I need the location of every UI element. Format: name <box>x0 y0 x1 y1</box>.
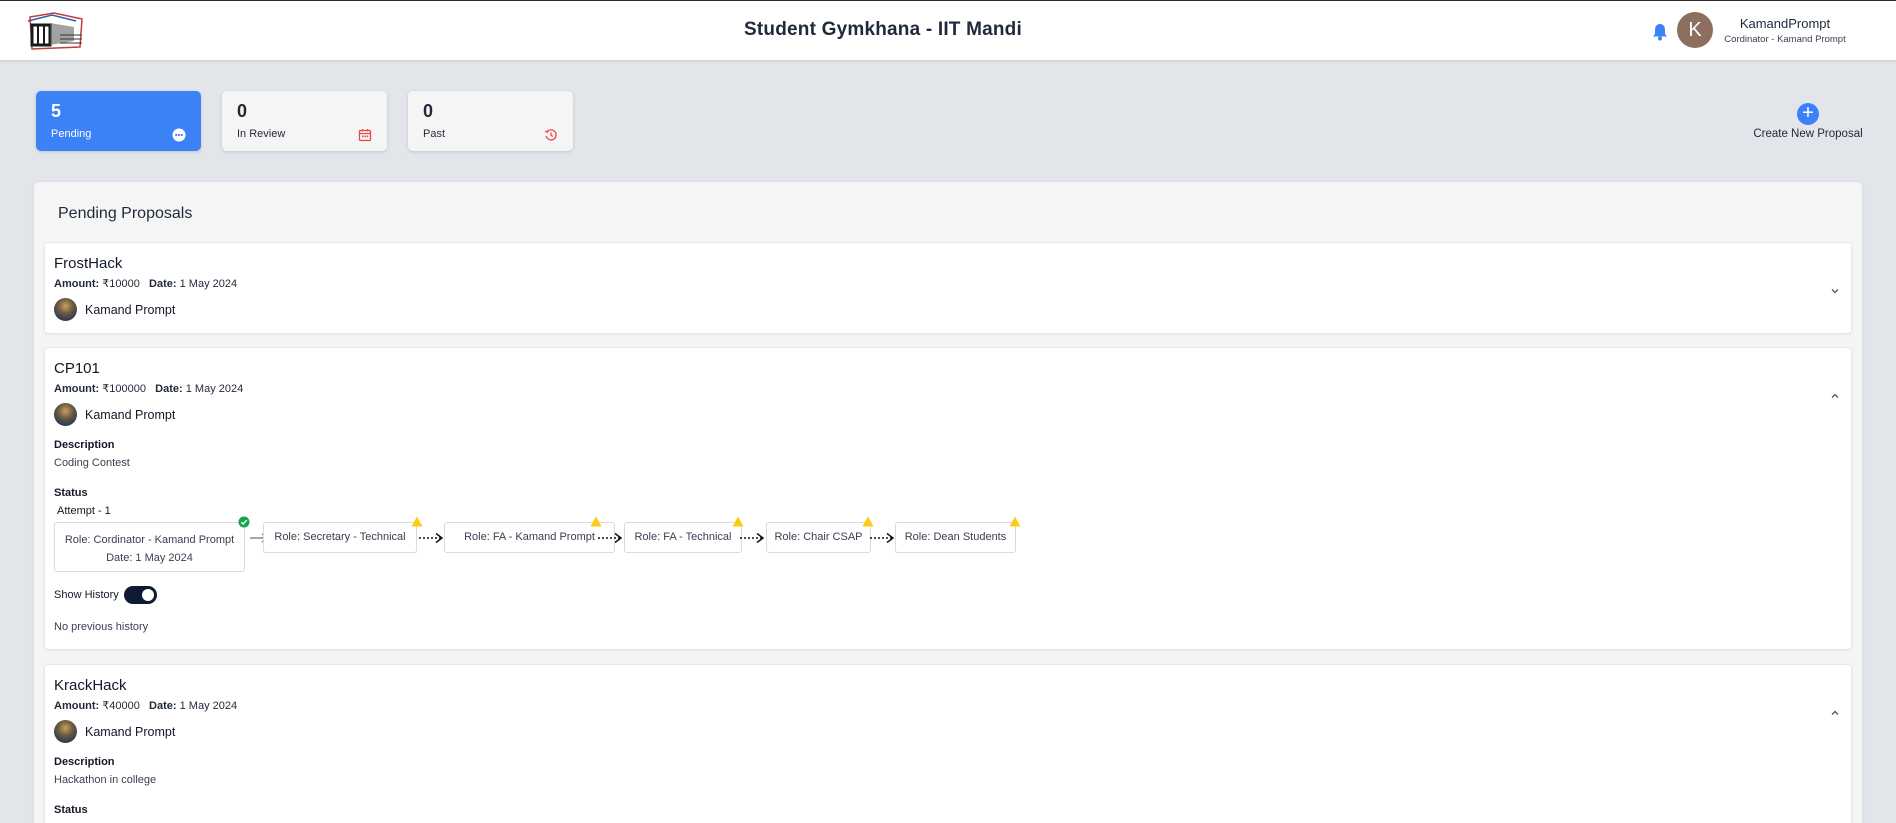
proposal-card-frosthack[interactable]: FrostHack Amount: ₹10000 Date: 1 May 202… <box>44 242 1852 334</box>
user-name: KamandPrompt <box>1739 16 1831 31</box>
calendar-icon <box>358 129 372 142</box>
description-text: Hackathon in college <box>54 774 157 786</box>
proposal-meta: Amount: ₹100000 Date: 1 May 2024 <box>54 382 243 395</box>
user-avatar[interactable]: K <box>1677 12 1713 48</box>
status-heading: Status <box>54 804 88 816</box>
description-heading: Description <box>54 439 115 451</box>
past-tab[interactable]: 0 Past <box>408 91 573 151</box>
owner-avatar <box>54 720 77 743</box>
owner-name: Kamand Prompt <box>85 725 176 739</box>
step-role: Role: Cordinator - Kamand Prompt <box>64 534 235 546</box>
user-role: Cordinator - Kamand Prompt <box>1724 34 1846 45</box>
date-label: Date: <box>149 700 177 712</box>
pending-proposals-panel: Pending Proposals FrostHack Amount: ₹100… <box>34 182 1862 823</box>
date-value: 1 May 2024 <box>179 700 238 712</box>
amount-value: ₹10000 <box>102 278 140 290</box>
create-proposal-plus-icon[interactable]: + <box>1797 103 1819 125</box>
arrow-right-icon <box>419 532 444 544</box>
show-history-toggle[interactable] <box>124 586 157 604</box>
arrow-right-icon <box>870 532 895 544</box>
toggle-knob <box>142 589 154 601</box>
history-text: No previous history <box>54 621 149 633</box>
status-heading: Status <box>54 487 88 499</box>
owner-name: Kamand Prompt <box>85 303 176 317</box>
create-proposal-button[interactable]: Create New Proposal <box>1748 128 1868 140</box>
status-step-cordinator: Role: Cordinator - Kamand Prompt Date: 1… <box>54 522 245 572</box>
top-header: Student Gymkhana - IIT Mandi K KamandPro… <box>0 0 1896 60</box>
proposal-meta: Amount: ₹40000 Date: 1 May 2024 <box>54 699 237 712</box>
amount-label: Amount: <box>54 700 100 712</box>
amount-value: ₹100000 <box>102 383 146 395</box>
warning-icon <box>590 516 602 527</box>
chevron-up-icon[interactable] <box>1829 707 1841 719</box>
past-count: 0 <box>423 101 434 121</box>
proposal-card-cp101[interactable]: CP101 Amount: ₹100000 Date: 1 May 2024 K… <box>44 347 1852 650</box>
proposal-title: FrostHack <box>54 255 123 272</box>
proposal-title: KrackHack <box>54 677 127 694</box>
more-horizontal-icon <box>172 128 186 142</box>
amount-label: Amount: <box>54 383 100 395</box>
warning-icon <box>1009 516 1021 527</box>
pending-count: 5 <box>51 101 62 121</box>
history-icon <box>544 129 557 141</box>
in-review-count: 0 <box>237 101 248 121</box>
arrow-right-icon <box>740 532 765 544</box>
warning-icon <box>411 516 423 527</box>
owner-avatar <box>54 403 77 426</box>
description-heading: Description <box>54 756 115 768</box>
amount-label: Amount: <box>54 278 100 290</box>
date-label: Date: <box>155 383 183 395</box>
proposal-title: CP101 <box>54 360 100 377</box>
warning-icon <box>862 516 874 527</box>
step-date: Date: 1 May 2024 <box>106 552 193 564</box>
status-flow: Role: Cordinator - Kamand Prompt Date: 1… <box>54 516 1021 576</box>
owner-avatar <box>54 298 77 321</box>
date-value: 1 May 2024 <box>179 278 238 290</box>
proposal-meta: Amount: ₹10000 Date: 1 May 2024 <box>54 277 237 290</box>
past-label: Past <box>423 128 446 140</box>
proposal-card-krackhack[interactable]: KrackHack Amount: ₹40000 Date: 1 May 202… <box>44 664 1852 823</box>
description-text: Coding Contest <box>54 457 130 469</box>
panel-title: Pending Proposals <box>58 205 193 222</box>
date-value: 1 May 2024 <box>185 383 244 395</box>
amount-value: ₹40000 <box>102 700 140 712</box>
in-review-label: In Review <box>237 128 286 140</box>
pending-tab[interactable]: 5 Pending <box>36 91 201 151</box>
owner-name: Kamand Prompt <box>85 408 176 422</box>
status-step-secretary: Role: Secretary - Technical <box>263 522 417 553</box>
app-title: Student Gymkhana - IIT Mandi <box>744 19 1022 40</box>
check-circle-icon <box>238 516 250 528</box>
chevron-down-icon[interactable] <box>1829 285 1841 297</box>
bell-icon[interactable] <box>1652 23 1668 41</box>
status-step-chair-csap: Role: Chair CSAP <box>766 522 871 553</box>
show-history-label: Show History <box>54 589 119 601</box>
pending-label: Pending <box>51 128 92 140</box>
status-step-fa-technical: Role: FA - Technical <box>624 522 742 553</box>
in-review-tab[interactable]: 0 In Review <box>222 91 387 151</box>
status-step-dean: Role: Dean Students <box>895 522 1016 553</box>
warning-icon <box>732 516 744 527</box>
chevron-up-icon[interactable] <box>1829 390 1841 402</box>
date-label: Date: <box>149 278 177 290</box>
arrow-right-icon <box>598 532 623 544</box>
attempt-label: Attempt - 1 <box>57 505 111 517</box>
